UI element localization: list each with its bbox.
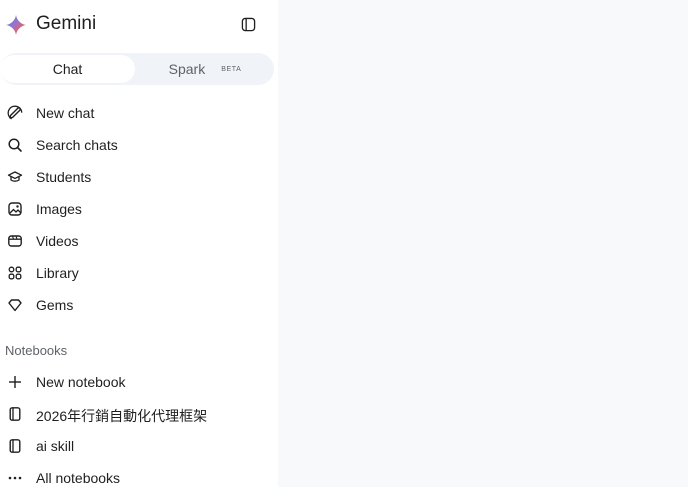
mode-spark-label: Spark bbox=[168, 61, 206, 77]
new-notebook-label: New notebook bbox=[36, 374, 126, 390]
video-icon bbox=[7, 233, 23, 249]
main-content-area bbox=[278, 0, 688, 487]
notebook-label: 2026年行銷自動化代理框架 bbox=[36, 408, 208, 424]
students-button[interactable]: Students bbox=[0, 163, 270, 191]
gems-label: Gems bbox=[36, 297, 74, 313]
notebooks-heading: Notebooks bbox=[5, 343, 68, 358]
new-chat-button[interactable]: New chat bbox=[0, 99, 270, 127]
new-notebook-button[interactable]: New notebook bbox=[0, 368, 270, 396]
image-icon bbox=[7, 201, 23, 217]
sidebar-header: Gemini bbox=[0, 0, 278, 48]
graduation-cap-icon bbox=[7, 169, 23, 185]
mode-toggle: Chat Spark BETA bbox=[0, 53, 274, 85]
all-notebooks-button[interactable]: All notebooks bbox=[0, 464, 270, 487]
notebook-item[interactable]: ai skill bbox=[0, 432, 270, 460]
new-chat-label: New chat bbox=[36, 105, 95, 121]
sidebar: Gemini Chat Spark BETA New chat Search c… bbox=[0, 0, 278, 487]
gem-icon bbox=[7, 297, 23, 313]
search-chats-label: Search chats bbox=[36, 137, 118, 153]
notebook-item[interactable]: 2026年行銷自動化代理框架 bbox=[0, 400, 270, 428]
notebook-icon bbox=[7, 438, 23, 454]
gems-button[interactable]: Gems bbox=[0, 291, 270, 319]
library-button[interactable]: Library bbox=[0, 259, 270, 287]
sidebar-toggle-icon bbox=[241, 17, 255, 31]
images-label: Images bbox=[36, 201, 82, 217]
library-grid-icon bbox=[7, 265, 23, 281]
pencil-icon bbox=[7, 105, 23, 121]
search-icon bbox=[7, 137, 23, 153]
notebook-label: ai skill bbox=[36, 438, 75, 454]
app-title: Gemini bbox=[36, 13, 97, 34]
collapse-sidebar-button[interactable] bbox=[236, 12, 260, 36]
mode-spark-button[interactable]: Spark BETA bbox=[140, 55, 270, 83]
videos-button[interactable]: Videos bbox=[0, 227, 270, 255]
library-label: Library bbox=[36, 265, 79, 281]
students-label: Students bbox=[36, 169, 92, 185]
images-button[interactable]: Images bbox=[0, 195, 270, 223]
videos-label: Videos bbox=[36, 233, 79, 249]
notebook-icon bbox=[7, 406, 23, 422]
gemini-logo-icon bbox=[5, 14, 27, 36]
mode-chat-button[interactable]: Chat bbox=[0, 55, 135, 83]
plus-icon bbox=[7, 374, 23, 390]
beta-badge: BETA bbox=[221, 65, 242, 73]
search-chats-button[interactable]: Search chats bbox=[0, 131, 270, 159]
more-horizontal-icon bbox=[7, 470, 23, 486]
mode-chat-label: Chat bbox=[52, 61, 83, 77]
all-notebooks-label: All notebooks bbox=[36, 470, 121, 486]
